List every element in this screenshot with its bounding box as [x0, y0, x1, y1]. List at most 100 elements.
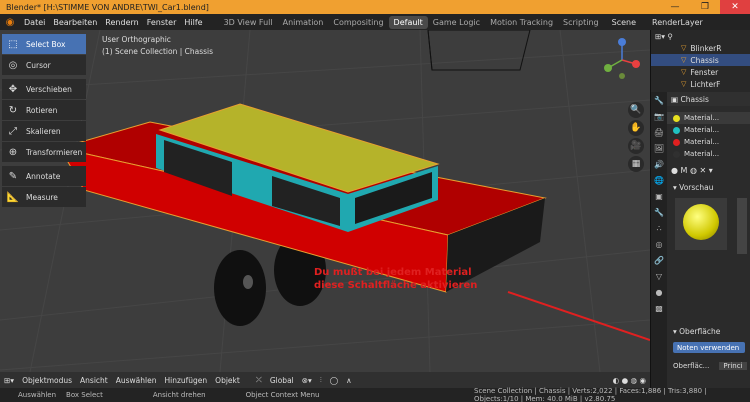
blender-logo-icon[interactable]: ◉ — [3, 15, 17, 29]
preview-type-buttons[interactable] — [737, 198, 747, 254]
y-axis-icon[interactable] — [604, 64, 612, 72]
outliner-row[interactable]: ▽ LichterF — [651, 78, 750, 90]
section-label: Oberfläche — [679, 326, 721, 336]
editor-type-icon[interactable]: ⊞▾ — [0, 376, 18, 385]
z-axis-icon[interactable] — [618, 38, 626, 46]
tool-scale[interactable]: ⤢ Skalieren — [2, 121, 86, 141]
tool-measure[interactable]: 📐 Measure — [2, 187, 86, 207]
outliner-row-selected[interactable]: ▽ Chassis — [651, 54, 750, 66]
material-slot[interactable]: Material... — [667, 148, 750, 160]
menu-help[interactable]: Hilfe — [180, 18, 206, 27]
menu-object[interactable]: Objekt — [211, 376, 244, 385]
zoom-icon[interactable]: 🔍 — [628, 102, 644, 118]
camera-object[interactable] — [427, 30, 531, 71]
x-axis-icon[interactable] — [632, 60, 640, 68]
workspace-tab[interactable]: 3D View Full — [219, 16, 278, 29]
use-nodes-button[interactable]: Noten verwenden — [673, 342, 745, 353]
scene-tab-icon[interactable]: 🔊 — [651, 156, 667, 172]
material-slot[interactable]: Material... — [667, 112, 750, 124]
render-tab-icon[interactable]: 📷 — [651, 108, 667, 124]
camera-view-icon[interactable]: 🎥 — [628, 138, 644, 154]
world-tab-icon[interactable]: 🌐 — [651, 172, 667, 188]
measure-icon: 📐 — [6, 191, 20, 203]
view-layer-selector[interactable]: RenderLayer — [652, 18, 703, 27]
data-tab-icon[interactable]: ▽ — [651, 268, 667, 284]
scene-selector[interactable]: Scene — [612, 18, 636, 27]
tool-cursor[interactable]: ◎ Cursor — [2, 55, 86, 75]
menu-window[interactable]: Fenster — [143, 18, 181, 27]
workspace-tab[interactable]: Game Logic — [428, 16, 485, 29]
close-button[interactable]: ✕ — [720, 0, 750, 14]
material-datablock-row[interactable]: ● M ◍ ✕ ▾ — [667, 160, 750, 180]
object-tab-icon[interactable]: ▣ — [651, 188, 667, 204]
grid-view-icon[interactable]: ▦ — [628, 156, 644, 172]
menu-render[interactable]: Rendern — [101, 18, 142, 27]
menu-add[interactable]: Hinzufügen — [160, 376, 211, 385]
workspace-tab[interactable]: Motion Tracking — [485, 16, 558, 29]
workspace-tab[interactable]: Compositing — [328, 16, 388, 29]
surface-shader-selector[interactable]: Princi — [719, 362, 747, 370]
title-bar: Blender* [H:\STIMME VON ANDRE\TWI_Car1.b… — [0, 0, 750, 14]
menu-select[interactable]: Auswählen — [112, 376, 161, 385]
outliner-row[interactable]: ▽ BlinkerR — [651, 42, 750, 54]
menu-view[interactable]: Ansicht — [76, 376, 112, 385]
material-slot[interactable]: Material... — [667, 124, 750, 136]
orientation-selector[interactable]: Global — [266, 376, 298, 385]
mode-selector[interactable]: Objektmodus — [18, 376, 76, 385]
tool-label: Rotieren — [26, 105, 58, 115]
cursor-icon: ◎ — [8, 59, 18, 71]
tool-transform[interactable]: ⊕ Transformieren — [2, 142, 86, 162]
menu-file[interactable]: Datei — [20, 18, 49, 27]
tool-label: Annotate — [26, 171, 61, 181]
material-slot[interactable]: Material... — [667, 136, 750, 148]
navigation-gizmo[interactable] — [598, 36, 646, 82]
object-header: ▣ Chassis — [667, 92, 750, 106]
preview-section-header[interactable]: ▾ Vorschau — [667, 180, 750, 194]
constraints-tab-icon[interactable]: 🔗 — [651, 252, 667, 268]
falloff-icon[interactable]: ∧ — [342, 376, 356, 385]
outliner-label: Fenster — [690, 67, 719, 77]
workspace-tab[interactable]: Animation — [278, 16, 329, 29]
view-layer-tab-icon[interactable]: 🖼 — [651, 140, 667, 156]
tool-rotate[interactable]: ↻ Rotieren — [2, 100, 86, 120]
select-box-icon: ⬚ — [8, 38, 18, 50]
tool-select-box[interactable]: ⬚ Select Box — [2, 34, 86, 54]
minimize-button[interactable]: — — [660, 0, 690, 14]
menu-edit[interactable]: Bearbeiten — [49, 18, 101, 27]
mesh-icon: ▽ — [681, 68, 687, 76]
material-tab-icon[interactable]: ● — [651, 284, 667, 300]
viewport-info: User Orthographic (1) Scene Collection |… — [102, 34, 213, 58]
shading-modes[interactable]: ◐ ● ◍ ◉ — [609, 376, 650, 385]
mesh-icon: ▽ — [681, 56, 687, 64]
outliner-label: BlinkerR — [690, 43, 722, 53]
physics-tab-icon[interactable]: ◎ — [651, 236, 667, 252]
particles-tab-icon[interactable]: ∴ — [651, 220, 667, 236]
modifier-tab-icon[interactable]: 🔧 — [651, 204, 667, 220]
pan-hand-icon[interactable]: ✋ — [628, 120, 644, 136]
orientation-icon[interactable]: ⤫ — [252, 375, 266, 385]
material-color-icon — [673, 150, 680, 158]
surface-section-header[interactable]: ▾ Oberfläche — [667, 324, 750, 338]
menu-bar: ◉ Datei Bearbeiten Rendern Fenster Hilfe… — [0, 14, 750, 30]
material-label: Material... — [684, 138, 720, 146]
status-hint: Object Context Menu — [245, 391, 320, 399]
workspace-tab-active[interactable]: Default — [388, 15, 428, 29]
material-label: Material... — [684, 126, 720, 134]
active-collection: (1) Scene Collection | Chassis — [102, 47, 214, 56]
tool-annotate[interactable]: ✎ Annotate — [2, 166, 86, 186]
scene-canvas[interactable] — [0, 30, 650, 372]
outliner-header: ⊞▾ ⚲ — [655, 31, 673, 41]
pivot-icon[interactable]: ⊗▾ — [298, 376, 316, 385]
proportional-icon[interactable]: ◯ — [326, 376, 342, 385]
outliner-row[interactable]: ▽ Fenster — [651, 66, 750, 78]
3d-viewport[interactable]: ⬚ Select Box ◎ Cursor ✥ Verschieben ↻ Rotier… — [0, 30, 650, 372]
snap-icon[interactable]: ⫶ — [316, 375, 326, 385]
output-tab-icon[interactable]: 🖨 — [651, 124, 667, 140]
workspace-tab[interactable]: Scripting — [558, 16, 604, 29]
tool-move[interactable]: ✥ Verschieben — [2, 79, 86, 99]
tool-label: Verschieben — [26, 84, 72, 94]
tool-tab-icon[interactable]: 🔧 — [651, 92, 667, 108]
annotation-arrow — [507, 291, 650, 341]
texture-tab-icon[interactable]: ▩ — [651, 300, 667, 316]
maximize-button[interactable]: ❐ — [690, 0, 720, 14]
